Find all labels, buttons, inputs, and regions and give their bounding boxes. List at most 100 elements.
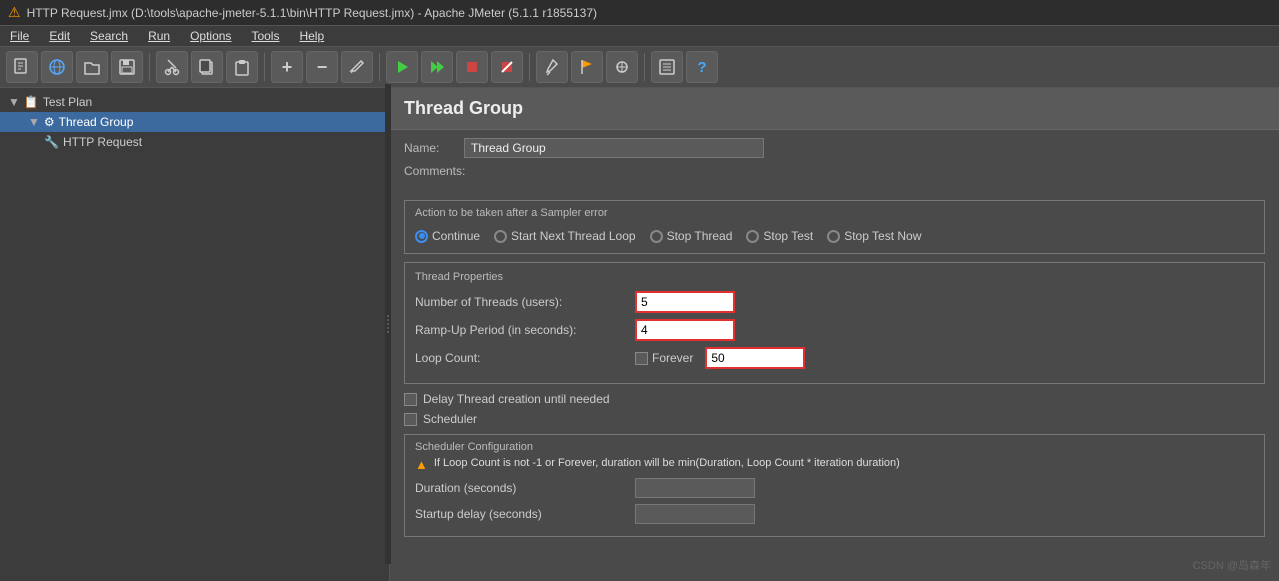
drag-dot xyxy=(387,331,389,333)
menu-run[interactable]: Run xyxy=(138,26,180,46)
warning-icon: ⚠ xyxy=(8,4,21,21)
toolbar: + − ? xyxy=(0,47,1279,88)
tree-arrow: ▼ xyxy=(8,95,20,109)
drag-handle[interactable] xyxy=(385,88,390,564)
toolbar-stop[interactable] xyxy=(456,51,488,83)
content-title-text: Thread Group xyxy=(404,98,523,118)
title-text: HTTP Request.jmx (D:\tools\apache-jmeter… xyxy=(27,6,597,20)
forever-checkbox-container[interactable]: Forever xyxy=(635,351,699,365)
radio-continue[interactable]: Continue xyxy=(415,229,480,243)
menu-bar: File Edit Search Run Options Tools Help xyxy=(0,26,1279,47)
menu-file[interactable]: File xyxy=(0,26,39,46)
duration-row: Duration (seconds) xyxy=(415,478,1254,498)
loop-count-row: Loop Count: Forever xyxy=(415,347,1254,369)
scheduler-label: Scheduler xyxy=(423,412,477,426)
toolbar-run[interactable] xyxy=(386,51,418,83)
tree-panel: ▼ 📋 Test Plan ▼ ⚙ Thread Group 🔧 HTTP Re… xyxy=(0,88,390,581)
drag-dot xyxy=(387,327,389,329)
name-input[interactable] xyxy=(464,138,764,158)
scheduler-row[interactable]: Scheduler xyxy=(404,412,1265,426)
radio-circle-continue xyxy=(415,230,428,243)
menu-search[interactable]: Search xyxy=(80,26,138,46)
watermark: CSDN @岛森年 xyxy=(1193,557,1271,573)
delay-thread-row[interactable]: Delay Thread creation until needed xyxy=(404,392,1265,406)
duration-label: Duration (seconds) xyxy=(415,481,635,495)
warning-triangle-icon: ▲ xyxy=(415,457,428,472)
content-panel: Thread Group Name: Comments: Action to b… xyxy=(390,88,1279,581)
startup-delay-label: Startup delay (seconds) xyxy=(415,507,635,521)
action-error-title: Action to be taken after a Sampler error xyxy=(415,207,1254,219)
toolbar-new[interactable] xyxy=(6,51,38,83)
menu-help[interactable]: Help xyxy=(289,26,334,46)
toolbar-add[interactable]: + xyxy=(271,51,303,83)
radio-label-stop-thread: Stop Thread xyxy=(667,229,733,243)
toolbar-broom[interactable] xyxy=(536,51,568,83)
radio-start-next[interactable]: Start Next Thread Loop xyxy=(494,229,636,243)
scheduler-warning-text: If Loop Count is not -1 or Forever, dura… xyxy=(434,457,900,469)
content-title: Thread Group xyxy=(390,88,1279,130)
toolbar-save[interactable] xyxy=(111,51,143,83)
name-label: Name: xyxy=(404,141,464,155)
num-threads-label: Number of Threads (users): xyxy=(415,295,635,309)
toolbar-edit[interactable] xyxy=(341,51,373,83)
toolbar-remove[interactable]: − xyxy=(306,51,338,83)
scheduler-checkbox[interactable] xyxy=(404,413,417,426)
menu-options[interactable]: Options xyxy=(180,26,241,46)
comments-label: Comments: xyxy=(404,164,465,178)
toolbar-bug[interactable] xyxy=(606,51,638,83)
watermark-text: CSDN @岛森年 xyxy=(1193,560,1271,572)
startup-delay-row: Startup delay (seconds) xyxy=(415,504,1254,524)
toolbar-stop-now[interactable] xyxy=(491,51,523,83)
toolbar-list[interactable] xyxy=(651,51,683,83)
toolbar-sep1 xyxy=(149,53,150,81)
num-threads-input[interactable] xyxy=(635,291,735,313)
toolbar-paste[interactable] xyxy=(226,51,258,83)
delay-thread-label: Delay Thread creation until needed xyxy=(423,392,610,406)
name-row: Name: xyxy=(404,138,1265,158)
radio-circle-stop-thread xyxy=(650,230,663,243)
toolbar-open[interactable] xyxy=(76,51,108,83)
toolbar-flag[interactable] xyxy=(571,51,603,83)
toolbar-help[interactable]: ? xyxy=(686,51,718,83)
toolbar-run-no-pause[interactable] xyxy=(421,51,453,83)
startup-delay-input[interactable] xyxy=(635,504,755,524)
tree-arrow-thread-group: ▼ xyxy=(28,115,40,129)
duration-input[interactable] xyxy=(635,478,755,498)
radio-stop-thread[interactable]: Stop Thread xyxy=(650,229,733,243)
forever-label: Forever xyxy=(652,351,693,365)
tree-item-http-request[interactable]: 🔧 HTTP Request xyxy=(0,132,389,152)
toolbar-sep2 xyxy=(264,53,265,81)
toolbar-sep3 xyxy=(379,53,380,81)
toolbar-sep5 xyxy=(644,53,645,81)
radio-label-start-next: Start Next Thread Loop xyxy=(511,229,636,243)
radio-circle-stop-test xyxy=(746,230,759,243)
radio-stop-test-now[interactable]: Stop Test Now xyxy=(827,229,921,243)
menu-tools[interactable]: Tools xyxy=(241,26,289,46)
form-area: Name: Comments: xyxy=(390,130,1279,192)
ramp-up-label: Ramp-Up Period (in seconds): xyxy=(415,323,635,337)
thread-properties-section: Thread Properties Number of Threads (use… xyxy=(404,262,1265,384)
tree-item-thread-group[interactable]: ▼ ⚙ Thread Group xyxy=(0,112,389,132)
num-threads-row: Number of Threads (users): xyxy=(415,291,1254,313)
toolbar-open-url[interactable] xyxy=(41,51,73,83)
tree-item-icon-thread-group: ⚙ xyxy=(44,115,55,129)
tree-item-test-plan[interactable]: ▼ 📋 Test Plan xyxy=(0,92,389,112)
toolbar-copy[interactable] xyxy=(191,51,223,83)
tree-item-label-test-plan: Test Plan xyxy=(43,95,92,109)
ramp-up-input[interactable] xyxy=(635,319,735,341)
radio-stop-test[interactable]: Stop Test xyxy=(746,229,813,243)
comments-row: Comments: xyxy=(404,164,1265,178)
scheduler-config-title: Scheduler Configuration xyxy=(415,441,1254,453)
tree-item-icon-http-request: 🔧 xyxy=(44,135,59,149)
radio-label-stop-test-now: Stop Test Now xyxy=(844,229,921,243)
toolbar-sep4 xyxy=(529,53,530,81)
menu-edit[interactable]: Edit xyxy=(39,26,80,46)
title-bar: ⚠ HTTP Request.jmx (D:\tools\apache-jmet… xyxy=(0,0,1279,26)
loop-count-label: Loop Count: xyxy=(415,351,635,365)
forever-checkbox[interactable] xyxy=(635,352,648,365)
thread-props-title: Thread Properties xyxy=(415,271,1254,283)
tree-item-icon-test-plan: 📋 xyxy=(24,95,39,109)
delay-thread-checkbox[interactable] xyxy=(404,393,417,406)
toolbar-cut[interactable] xyxy=(156,51,188,83)
loop-count-input[interactable] xyxy=(705,347,805,369)
